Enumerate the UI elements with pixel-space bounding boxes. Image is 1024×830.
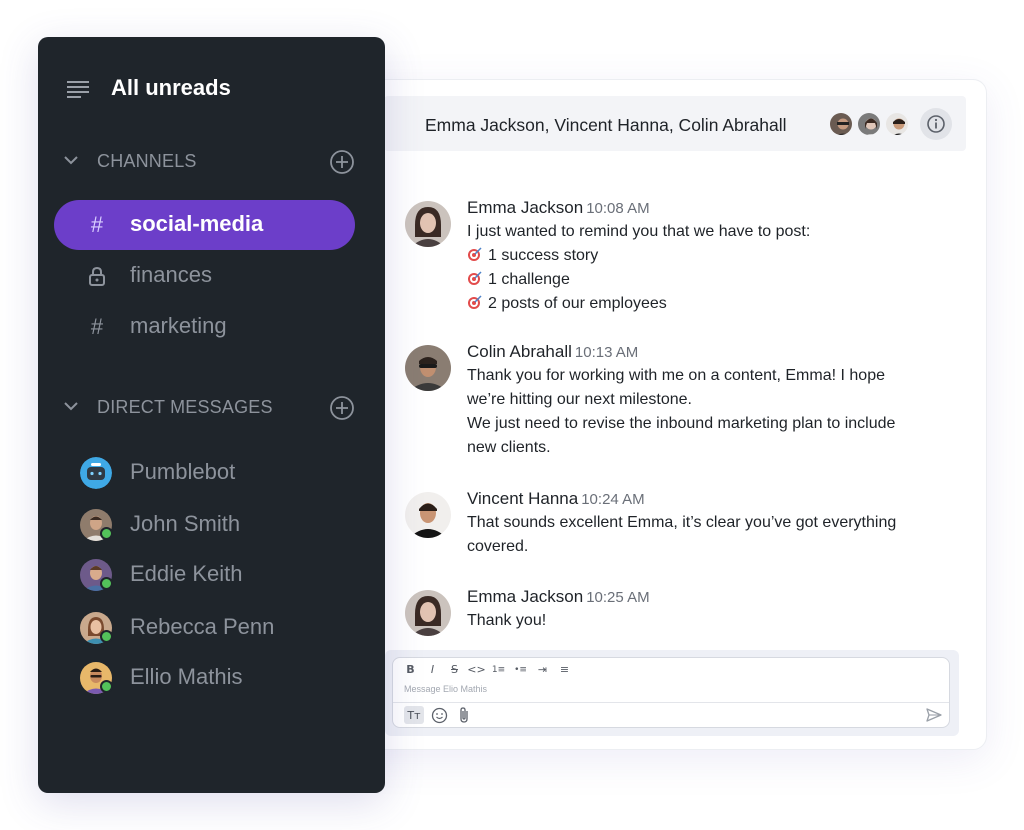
message-time: 10:08 AM (586, 200, 650, 217)
online-status-icon (100, 630, 113, 643)
sidebar-item-john-smith[interactable]: John Smith (80, 507, 360, 543)
text-style-button[interactable]: Tт (404, 706, 424, 724)
message-time: 10:24 AM (581, 491, 645, 508)
sidebar: All unreads CHANNELS # social-media fina… (38, 37, 385, 793)
add-direct-message-icon[interactable] (329, 395, 355, 421)
dm-label: Eddie Keith (130, 561, 243, 586)
chat-header: Emma Jackson, Vincent Hanna, Colin Abrah… (384, 96, 966, 151)
message-time: 10:13 AM (574, 344, 639, 361)
lock-icon (85, 263, 109, 289)
italic-button[interactable]: I (425, 662, 440, 677)
bullet-list-button[interactable]: •≡ (513, 662, 528, 677)
sidebar-item-social-media[interactable]: # social-media (54, 200, 355, 250)
avatar (856, 111, 882, 137)
bold-button[interactable]: B (403, 662, 418, 677)
sidebar-item-rebecca-penn[interactable]: Rebecca Penn (80, 610, 360, 646)
hash-icon: # (90, 314, 104, 339)
info-icon (927, 115, 945, 133)
strikethrough-button[interactable]: S (447, 662, 462, 677)
bot-icon (80, 457, 112, 489)
add-channel-icon[interactable] (329, 149, 355, 175)
message-author[interactable]: Vincent Hanna (467, 489, 578, 508)
message-text: covered. (467, 538, 529, 555)
numbered-list-button[interactable]: 1≡ (491, 662, 506, 677)
sidebar-item-finances[interactable]: finances (54, 251, 355, 301)
chevron-down-icon[interactable] (63, 154, 79, 166)
avatar[interactable] (405, 345, 451, 391)
code-button[interactable]: <> (467, 662, 485, 677)
list-item-text: 1 success story (488, 247, 599, 264)
send-icon[interactable] (926, 708, 942, 722)
sidebar-item-eddie-keith[interactable]: Eddie Keith (80, 557, 360, 593)
message-author[interactable]: Emma Jackson (467, 198, 583, 217)
online-status-icon (100, 680, 113, 693)
divider (393, 702, 949, 703)
target-icon (468, 295, 482, 309)
channel-label: marketing (130, 313, 227, 338)
attachment-icon[interactable] (457, 706, 471, 724)
conversation-title: Emma Jackson, Vincent Hanna, Colin Abrah… (425, 115, 787, 135)
online-status-icon (100, 577, 113, 590)
list-item-text: 2 posts of our employees (488, 295, 667, 312)
message-text: We just need to revise the inbound marke… (467, 415, 896, 432)
menu-icon[interactable] (67, 80, 89, 98)
message-text: we’re hitting our next milestone. (467, 391, 692, 408)
avatar (828, 111, 854, 137)
message-text: new clients. (467, 439, 551, 456)
message-text: Thank you for working with me on a conte… (467, 367, 885, 384)
channel-label: social-media (130, 211, 264, 236)
indent-button[interactable]: ⇥ (535, 662, 550, 677)
info-button[interactable] (920, 108, 952, 140)
dm-label: Ellio Mathis (130, 664, 243, 689)
list-item: 2 posts of our employees (467, 292, 947, 316)
chevron-down-icon[interactable] (63, 400, 79, 412)
list-item: 1 challenge (467, 268, 947, 292)
message-text: Thank you! (467, 612, 547, 629)
formatting-toolbar: B I S <> 1≡ •≡ ⇥ ≡ (403, 662, 572, 677)
avatar[interactable] (405, 590, 451, 636)
message-text: That sounds excellent Emma, it’s clear y… (467, 514, 897, 531)
sidebar-title[interactable]: All unreads (111, 75, 231, 101)
sidebar-item-ellio-mathis[interactable]: Ellio Mathis (80, 660, 360, 696)
channels-section-header[interactable]: CHANNELS (97, 151, 197, 172)
message-time: 10:25 AM (586, 589, 650, 606)
avatar[interactable] (405, 201, 451, 247)
message-author[interactable]: Emma Jackson (467, 587, 583, 606)
list-item-text: 1 challenge (488, 271, 570, 288)
target-icon (468, 271, 482, 285)
avatar (884, 111, 910, 137)
emoji-icon[interactable] (431, 707, 448, 724)
direct-messages-section-header[interactable]: DIRECT MESSAGES (97, 397, 273, 418)
message-author[interactable]: Colin Abrahall (467, 342, 572, 361)
sidebar-item-pumblebot[interactable]: Pumblebot (80, 455, 360, 491)
dm-label: Pumblebot (130, 459, 236, 484)
dm-label: Rebecca Penn (130, 614, 275, 639)
message-composer[interactable]: B I S <> 1≡ •≡ ⇥ ≡ Message Elio Mathis T… (392, 657, 950, 728)
avatar[interactable] (405, 492, 451, 538)
participant-avatars[interactable] (828, 111, 912, 137)
message-input[interactable]: Message Elio Mathis (404, 684, 487, 694)
list-item: 1 success story (467, 244, 947, 268)
channel-label: finances (130, 262, 212, 287)
hash-icon: # (90, 212, 104, 237)
target-icon (468, 247, 482, 261)
online-status-icon (100, 527, 113, 540)
quote-button[interactable]: ≡ (557, 662, 572, 677)
sidebar-item-marketing[interactable]: # marketing (54, 302, 355, 352)
message-text: I just wanted to remind you that we have… (467, 223, 811, 240)
dm-label: John Smith (130, 511, 241, 536)
